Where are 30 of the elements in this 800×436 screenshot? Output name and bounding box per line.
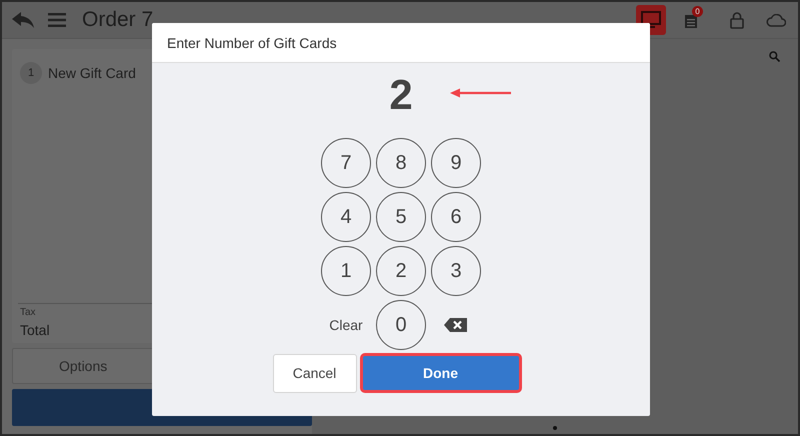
quantity-badge: 1 — [20, 62, 42, 84]
digit-key[interactable]: 9 — [431, 138, 481, 188]
digit-key[interactable]: 2 — [376, 246, 426, 296]
pointer-arrow — [450, 88, 512, 98]
search-icon[interactable] — [769, 51, 780, 62]
clear-button[interactable]: Clear — [321, 300, 371, 350]
digit-key[interactable]: 1 — [321, 246, 371, 296]
tax-label: Tax — [20, 307, 37, 318]
list-icon[interactable] — [684, 13, 698, 29]
digit-key[interactable]: 8 — [376, 138, 426, 188]
lock-icon[interactable] — [730, 12, 744, 28]
total-label: Total — [20, 322, 51, 338]
digit-key[interactable]: 7 — [321, 138, 371, 188]
page-indicator-dot — [553, 426, 557, 430]
done-button[interactable]: Done — [360, 353, 522, 393]
cancel-button[interactable]: Cancel — [272, 354, 356, 392]
order-title: Order 7 — [82, 8, 154, 32]
digit-key[interactable]: 6 — [431, 192, 481, 242]
monitor-icon — [641, 11, 661, 29]
notification-badge: 0 — [692, 6, 703, 17]
backspace-icon[interactable] — [444, 317, 468, 333]
back-icon[interactable] — [12, 12, 34, 28]
dialog-title: Enter Number of Gift Cards — [167, 34, 337, 50]
menu-icon[interactable] — [48, 13, 66, 27]
digit-key[interactable]: 0 — [376, 300, 426, 350]
digit-key[interactable]: 4 — [321, 192, 371, 242]
digit-key[interactable]: 3 — [431, 246, 481, 296]
digit-key[interactable]: 5 — [376, 192, 426, 242]
entered-value: 2 — [389, 71, 413, 119]
cloud-icon[interactable] — [766, 14, 786, 26]
